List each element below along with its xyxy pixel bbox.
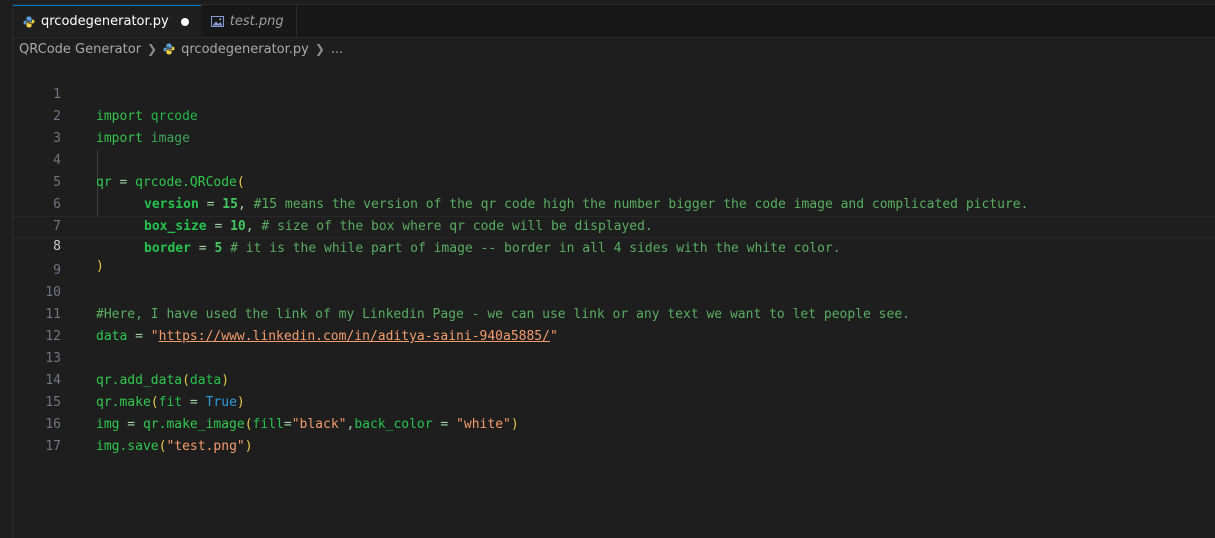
code-line[interactable]: 9 [13, 238, 1215, 278]
function-call: img.save [96, 439, 159, 454]
tab-label: test.png [229, 13, 284, 29]
breadcrumb-more[interactable]: ... [331, 42, 343, 57]
breadcrumb-folder[interactable]: QRCode Generator [19, 42, 141, 57]
code-line[interactable]: 4 qr = qrcode.QRCode( [13, 128, 1215, 190]
paren: ) [244, 439, 253, 454]
string: "test.png" [166, 439, 245, 454]
code-line[interactable]: 15 img = qr.make_image(fill="black",back… [13, 370, 1215, 432]
code-line[interactable]: 3 [13, 106, 1215, 146]
chevron-right-icon: ❯ [314, 42, 325, 56]
code-line[interactable]: 2 import image [13, 84, 1215, 146]
code-line[interactable]: 5 version = 15, #15 means the version of… [13, 150, 1215, 212]
breadcrumb-file[interactable]: qrcodegenerator.py [181, 42, 309, 57]
code-line-current[interactable]: 8 ) [13, 216, 1215, 274]
code-line[interactable]: 17 [13, 414, 1215, 454]
code-line[interactable]: 11 data = "https://www.linkedin.com/in/a… [13, 282, 1215, 344]
breadcrumb: QRCode Generator ❯ qrcodegenerator.py ❯ … [13, 38, 1215, 60]
tab-bar: qrcodegenerator.py test.png [13, 5, 1215, 38]
code-line[interactable]: 16 img.save("test.png") [13, 392, 1215, 454]
unsaved-dot-icon[interactable] [180, 17, 189, 26]
code-line[interactable]: 12 [13, 304, 1215, 344]
python-icon [163, 43, 175, 55]
tab-test-png[interactable]: test.png [201, 5, 297, 37]
code-line[interactable]: 1 import qrcode [13, 62, 1215, 124]
image-icon [210, 15, 224, 27]
code-line[interactable]: 13 qr.add_data(data) [13, 326, 1215, 388]
tab-label: qrcodegenerator.py [41, 14, 169, 29]
code-editor[interactable]: 1 import qrcode 2 import image 3 4 qr = … [13, 62, 1215, 538]
python-icon [23, 16, 35, 27]
chevron-right-icon: ❯ [147, 42, 158, 56]
code-line[interactable]: 10 #Here, I have used the link of my Lin… [13, 260, 1215, 322]
code-line[interactable]: 14 qr.make(fit = True) [13, 348, 1215, 410]
code-line[interactable]: 6 box_size = 10, # size of the box where… [13, 172, 1215, 234]
code-line[interactable]: 7 border = 5 # it is the while part of i… [13, 194, 1215, 256]
editor-window: qrcodegenerator.py test.png QRCode Gener… [12, 4, 1215, 538]
tab-qrcodegenerator-py[interactable]: qrcodegenerator.py [13, 5, 201, 37]
line-number: 17 [45, 439, 61, 454]
